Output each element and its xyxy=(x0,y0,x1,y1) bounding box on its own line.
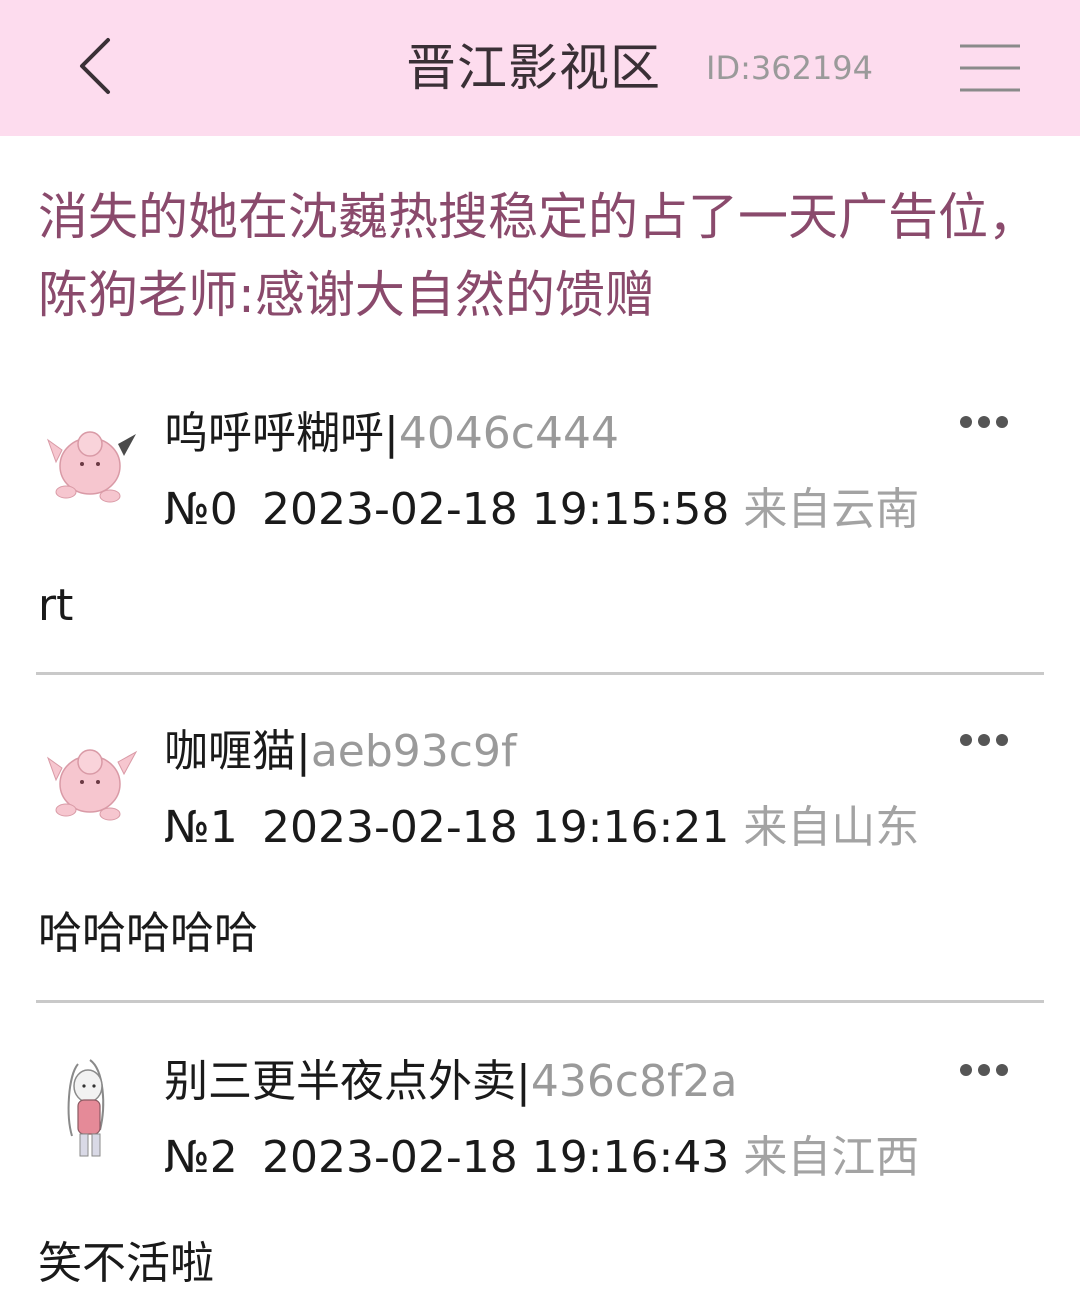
user-info: 别三更半夜点外卖|436c8f2a xyxy=(164,1054,737,1110)
user-avatar[interactable] xyxy=(44,1056,140,1166)
user-id: aeb93c9f xyxy=(310,726,517,777)
thread-title: 消失的她在沈巍热搜稳定的占了一天广告位，陈狗老师:感谢大自然的馈赠 xyxy=(38,188,1038,324)
post-location: 来自山东 xyxy=(743,802,920,853)
user-avatar[interactable] xyxy=(44,728,140,838)
chevron-left-icon xyxy=(80,38,110,94)
pink-creature-avatar-icon xyxy=(46,749,138,821)
post-datetime: 2023-02-18 19:16:43 xyxy=(262,1132,730,1183)
post-content: rt xyxy=(38,580,74,631)
more-dots-icon xyxy=(960,734,1008,746)
top-bar: 晋江影视区 ID:362194 xyxy=(0,0,1080,136)
more-options-button[interactable] xyxy=(958,728,1010,752)
username[interactable]: 咖喱猫 xyxy=(164,726,296,777)
user-avatar[interactable] xyxy=(44,410,140,520)
separator: | xyxy=(384,408,399,459)
more-dots-icon xyxy=(960,1064,1008,1076)
username[interactable]: 别三更半夜点外卖 xyxy=(164,1056,516,1107)
floor-number: №0 xyxy=(164,484,238,535)
separator: | xyxy=(296,726,311,777)
post-content: 笑不活啦 xyxy=(38,1238,214,1289)
user-info: 咖喱猫|aeb93c9f xyxy=(164,724,516,780)
menu-button[interactable] xyxy=(954,36,1026,100)
board-id: ID:362194 xyxy=(706,49,874,87)
username[interactable]: 呜呼呼糊呼 xyxy=(164,408,384,459)
more-options-button[interactable] xyxy=(958,410,1010,434)
post-location: 来自云南 xyxy=(743,484,920,535)
post-location: 来自江西 xyxy=(743,1132,920,1183)
post-datetime: 2023-02-18 19:15:58 xyxy=(262,484,730,535)
board-title: 晋江影视区 xyxy=(406,39,661,97)
post-datetime: 2023-02-18 19:16:21 xyxy=(262,802,730,853)
user-info: 呜呼呼糊呼|4046c444 xyxy=(164,406,619,462)
post-meta: №2 2023-02-18 19:16:43 来自江西 xyxy=(164,1130,919,1186)
hamburger-menu-icon xyxy=(960,44,1020,92)
post-content: 哈哈哈哈哈 xyxy=(38,908,258,959)
separator: | xyxy=(516,1056,531,1107)
floor-number: №2 xyxy=(164,1132,238,1183)
user-id: 4046c444 xyxy=(398,408,619,459)
floor-number: №1 xyxy=(164,802,238,853)
post-meta: №0 2023-02-18 19:15:58 来自云南 xyxy=(164,482,919,538)
user-id: 436c8f2a xyxy=(530,1056,738,1107)
post-divider xyxy=(36,1000,1044,1003)
post-meta: №1 2023-02-18 19:16:21 来自山东 xyxy=(164,800,919,856)
post-divider xyxy=(36,672,1044,675)
bunny-girl-avatar-icon xyxy=(67,1059,105,1157)
back-button[interactable] xyxy=(60,28,140,108)
more-options-button[interactable] xyxy=(958,1058,1010,1082)
pink-creature-avatar-icon xyxy=(46,431,136,503)
more-dots-icon xyxy=(960,416,1008,428)
